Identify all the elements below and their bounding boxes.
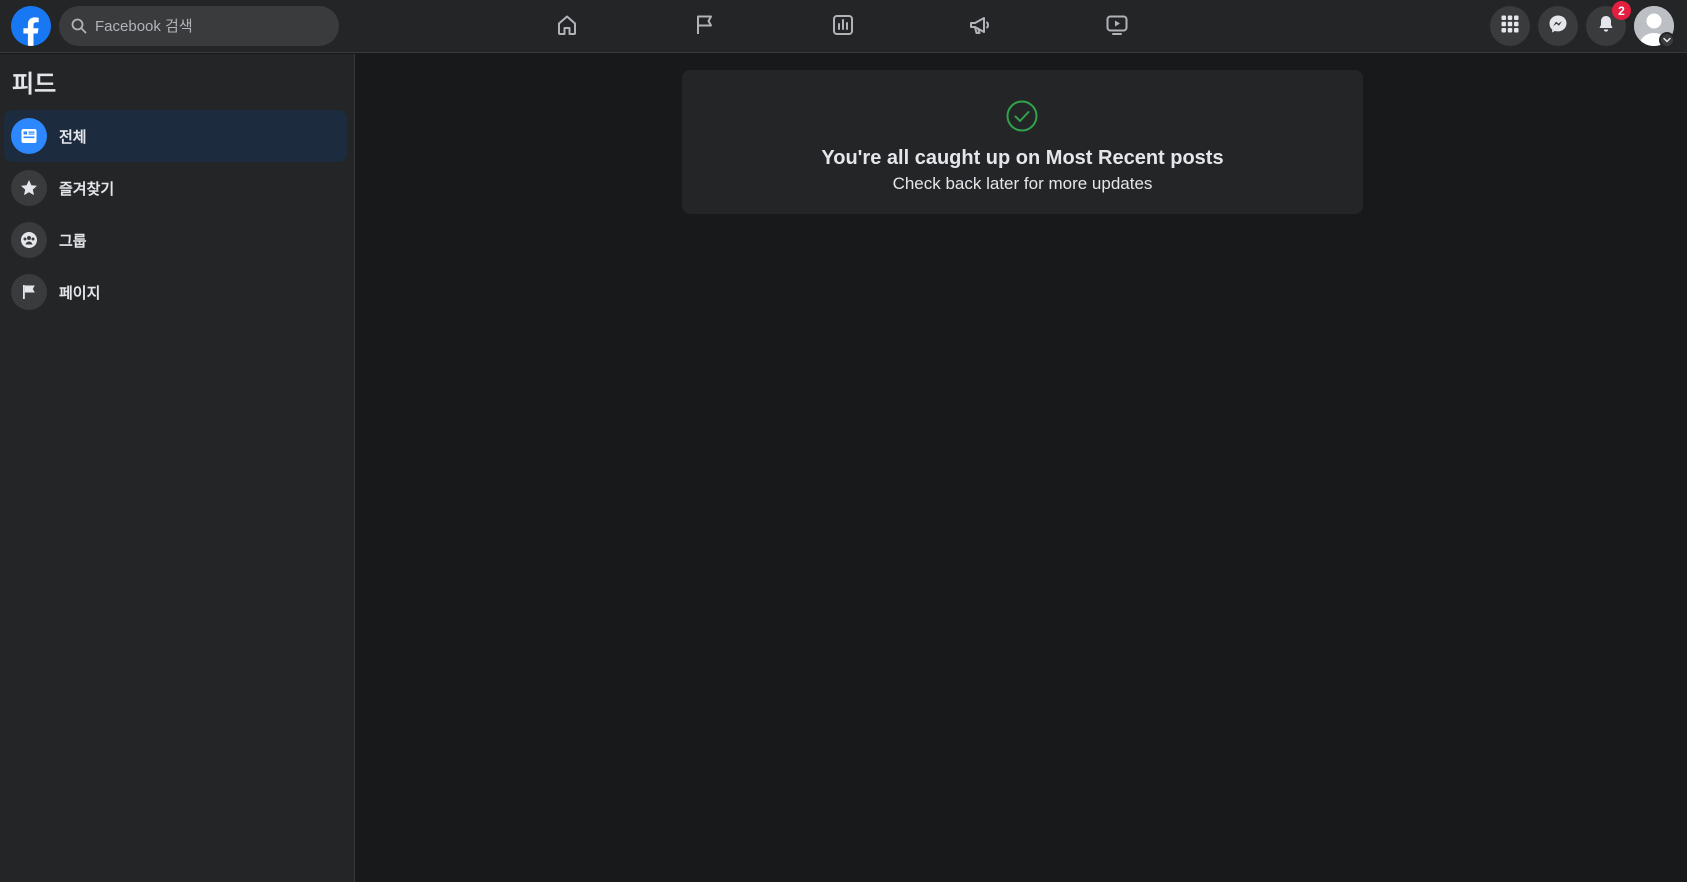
tab-home[interactable]: [512, 4, 622, 50]
feed-icon: [11, 118, 47, 154]
search-bar[interactable]: [59, 6, 339, 46]
sidebar-item-label: 즐겨찾기: [59, 180, 115, 198]
megaphone-icon: [968, 13, 992, 42]
check-circle-icon: [1005, 99, 1039, 133]
facebook-logo[interactable]: [11, 6, 51, 46]
sidebar-item-groups[interactable]: 그룹: [4, 214, 347, 266]
menu-button[interactable]: [1490, 6, 1530, 46]
notifications-button[interactable]: 2: [1586, 1, 1631, 46]
group-icon: [11, 222, 47, 258]
sidebar-item-pages[interactable]: 페이지: [4, 266, 347, 318]
search-icon: [71, 18, 87, 34]
account-chevron-button[interactable]: [1659, 32, 1675, 48]
notification-count-badge: 2: [1612, 1, 1631, 20]
sidebar-item-label: 전체: [59, 128, 87, 146]
tab-insights[interactable]: [788, 4, 898, 50]
sidebar-title: 피드: [12, 71, 57, 98]
star-icon: [11, 170, 47, 206]
caught-up-card: You're all caught up on Most Recent post…: [682, 70, 1363, 214]
flag-icon: [693, 13, 717, 42]
sidebar-item-all[interactable]: 전체: [4, 110, 347, 162]
sidebar-item-label: 페이지: [59, 284, 101, 302]
caught-up-title: You're all caught up on Most Recent post…: [821, 147, 1224, 169]
video-icon: [1105, 13, 1129, 42]
caught-up-subtitle: Check back later for more updates: [892, 174, 1153, 193]
tab-pages[interactable]: [650, 4, 760, 50]
tab-watch[interactable]: [1062, 4, 1172, 50]
bar-chart-icon: [831, 13, 855, 42]
flag-icon: [11, 274, 47, 310]
top-bar: 2: [0, 0, 1687, 53]
feed-sidebar: 피드 전체 즐겨찾기 그룹 페이지: [0, 54, 355, 882]
sidebar-item-favorites[interactable]: 즐겨찾기: [4, 162, 347, 214]
sidebar-item-label: 그룹: [59, 232, 87, 250]
bell-icon: [1596, 14, 1616, 39]
tab-ads[interactable]: [925, 4, 1035, 50]
messenger-icon: [1548, 14, 1568, 39]
grid-menu-icon: [1500, 14, 1520, 39]
chevron-down-icon: [1662, 35, 1672, 45]
home-icon: [555, 13, 579, 42]
search-input[interactable]: [95, 17, 325, 35]
messenger-button[interactable]: [1538, 6, 1578, 46]
facebook-f-icon: [11, 6, 51, 46]
